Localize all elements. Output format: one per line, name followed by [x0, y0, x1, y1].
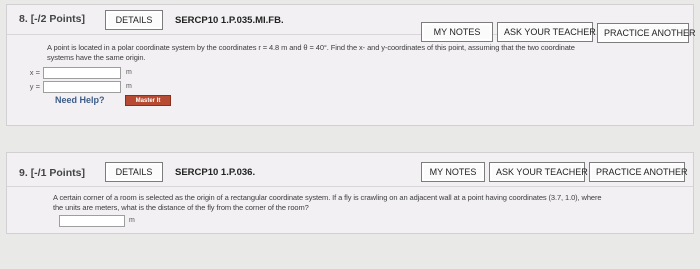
- question-number: 9.: [19, 167, 28, 179]
- master-it-button[interactable]: Master It: [125, 95, 171, 106]
- question-8-number-points: 8. [-/2 Points]: [19, 13, 85, 25]
- question-text-line: A point is located in a polar coordinate…: [47, 43, 575, 52]
- question-points: [-/1 Points]: [30, 167, 85, 179]
- question-9-header: 9. [-/1 Points] DETAILS SERCP10 1.P.036.…: [7, 153, 693, 187]
- x-label: x =: [29, 68, 40, 77]
- question-number: 8.: [19, 13, 28, 25]
- question-8-panel: 8. [-/2 Points] DETAILS SERCP10 1.P.035.…: [6, 4, 696, 126]
- details-button[interactable]: DETAILS: [105, 162, 163, 182]
- question-8-header: 8. [-/2 Points] DETAILS SERCP10 1.P.035.…: [7, 5, 696, 43]
- ask-your-teacher-button[interactable]: ASK YOUR TEACHER: [489, 162, 588, 182]
- practice-another-button[interactable]: PRACTICE ANOTHER: [597, 23, 696, 43]
- practice-another-button[interactable]: PRACTICE ANOTHER: [589, 162, 688, 182]
- distance-answer-input[interactable]: [59, 215, 125, 227]
- my-notes-button[interactable]: MY NOTES: [421, 22, 493, 42]
- ask-your-teacher-button[interactable]: ASK YOUR TEACHER: [497, 22, 596, 42]
- x-unit: m: [126, 69, 132, 76]
- question-code: SERCP10 1.P.036.: [175, 167, 256, 178]
- y-answer-input[interactable]: [43, 80, 121, 93]
- x-answer-input[interactable]: [43, 66, 121, 79]
- question-text: A certain corner of a room is selected a…: [53, 193, 689, 213]
- question-code: SERCP10 1.P.035.MI.FB.: [175, 15, 284, 26]
- y-answer-row: y = m: [27, 80, 132, 93]
- question-text-line: the units are meters, what is the distan…: [53, 203, 309, 212]
- details-button[interactable]: DETAILS: [105, 10, 163, 30]
- question-text: A point is located in a polar coordinate…: [47, 43, 687, 63]
- distance-unit: m: [129, 217, 135, 224]
- question-9-number-points: 9. [-/1 Points]: [19, 167, 85, 179]
- y-label: y =: [29, 82, 40, 91]
- question-text-line: A certain corner of a room is selected a…: [53, 193, 602, 202]
- my-notes-button[interactable]: MY NOTES: [421, 162, 485, 182]
- question-text-line: systems have the same origin.: [47, 53, 146, 62]
- question-points: [-/2 Points]: [30, 13, 85, 25]
- x-answer-row: x = m: [27, 66, 132, 79]
- question-9-panel: 9. [-/1 Points] DETAILS SERCP10 1.P.036.…: [6, 152, 694, 234]
- y-unit: m: [126, 83, 132, 90]
- need-help-label: Need Help?: [55, 95, 105, 105]
